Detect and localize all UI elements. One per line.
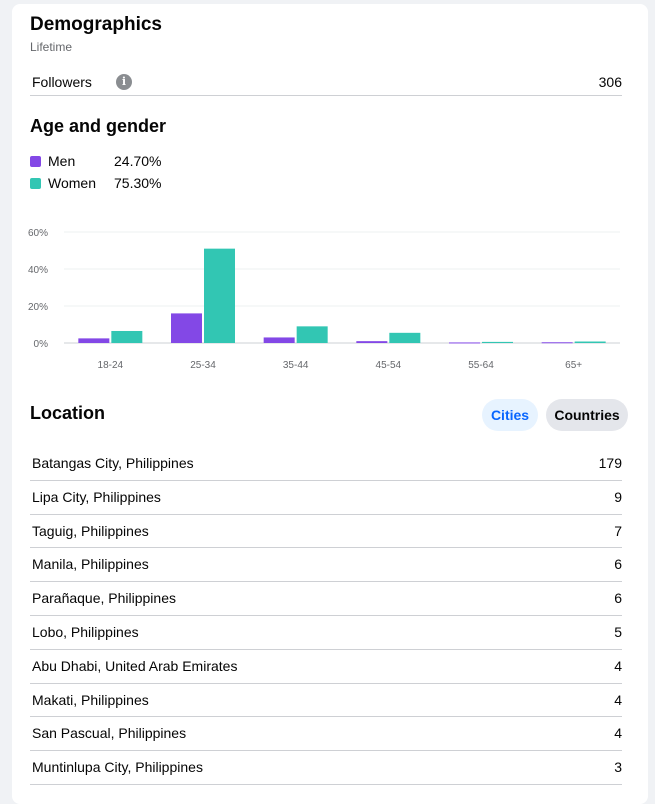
x-tick-label: 18-24 [98,360,124,371]
location-name: Lipa City, Philippines [32,488,161,505]
location-count: 6 [614,590,622,607]
followers-row: Followers i 306 [30,70,622,96]
location-count: 9 [614,488,622,505]
legend-swatch-women [30,178,41,189]
legend-name-women: Women [48,175,96,191]
x-tick-label: 35-44 [283,360,309,371]
y-tick-label: 0% [34,339,49,350]
legend-swatch-men [30,156,41,167]
location-name: Abu Dhabi, United Arab Emirates [32,657,238,674]
bar-men-18-24 [78,338,110,343]
location-count: 4 [614,725,622,742]
followers-value: 306 [598,74,622,90]
list-item: San Pascual, Philippines 4 [30,717,622,752]
location-count: 4 [614,657,622,674]
location-count: 4 [614,691,622,708]
location-count: 3 [614,759,622,776]
tab-cities[interactable]: Cities [482,399,538,431]
page-title: Demographics [30,14,162,35]
location-name: Parañaque, Philippines [32,590,176,607]
bar-women-45-54 [389,332,421,343]
location-name: Makati, Philippines [32,691,149,708]
bar-men-65+ [541,342,573,344]
age-gender-title: Age and gender [30,116,167,136]
location-count: 7 [614,522,622,539]
bar-women-65+ [574,341,606,343]
bar-women-18-24 [111,330,143,343]
bar-men-45-54 [356,341,388,343]
demographics-card: Demographics Lifetime Followers i 306 Ag… [12,4,648,804]
list-item: Batangas City, Philippines 179 [30,447,622,481]
list-item: Manila, Philippines 6 [30,548,622,583]
list-item: Makati, Philippines 4 [30,684,622,718]
location-count: 5 [614,623,622,640]
info-icon[interactable]: i [116,74,132,90]
x-tick-label: 55-64 [468,360,494,371]
bar-women-35-44 [296,326,328,343]
list-item: Parañaque, Philippines 6 [30,582,622,616]
x-tick-label: 65+ [565,360,582,371]
followers-label: Followers [32,74,92,90]
legend-pct-men: 24.70% [114,153,162,169]
list-item: Taguig, Philippines 7 [30,515,622,549]
list-item: Lipa City, Philippines 9 [30,481,622,515]
age-gender-chart: 60% 40% 20% 0% 18-24 25-34 35-44 45-54 55-64 65+ [28,228,620,371]
bar-men-35-44 [263,337,295,343]
list-item: Abu Dhabi, United Arab Emirates 4 [30,650,622,684]
bar-women-25-34 [204,248,235,343]
legend-pct-women: 75.30% [114,175,162,191]
location-name: Muntinlupa City, Philippines [32,759,203,776]
list-item: Muntinlupa City, Philippines 3 [30,751,622,785]
bar-men-55-64 [449,342,480,344]
x-tick-label: 25-34 [190,360,216,371]
location-count: 6 [614,556,622,573]
location-name: San Pascual, Philippines [32,725,187,742]
location-count: 179 [598,455,622,471]
location-title: Location [30,403,105,423]
y-tick-label: 40% [28,265,48,276]
location-name: Manila, Philippines [32,556,149,573]
location-name: Taguig, Philippines [32,522,149,539]
list-item: Lobo, Philippines 5 [30,616,622,650]
legend-name-men: Men [48,153,76,169]
page-subtitle: Lifetime [30,40,73,54]
location-list: Batangas City, Philippines 179 Lipa City, … [30,447,622,785]
bar-men-25-34 [171,313,202,343]
bar-women-55-64 [482,341,513,343]
tab-countries[interactable]: Countries [546,399,628,431]
y-tick-label: 20% [28,302,48,313]
location-name: Lobo, Philippines [32,623,139,640]
location-name: Batangas City, Philippines [32,455,194,471]
x-tick-label: 45-54 [376,360,402,371]
y-tick-label: 60% [28,228,48,239]
